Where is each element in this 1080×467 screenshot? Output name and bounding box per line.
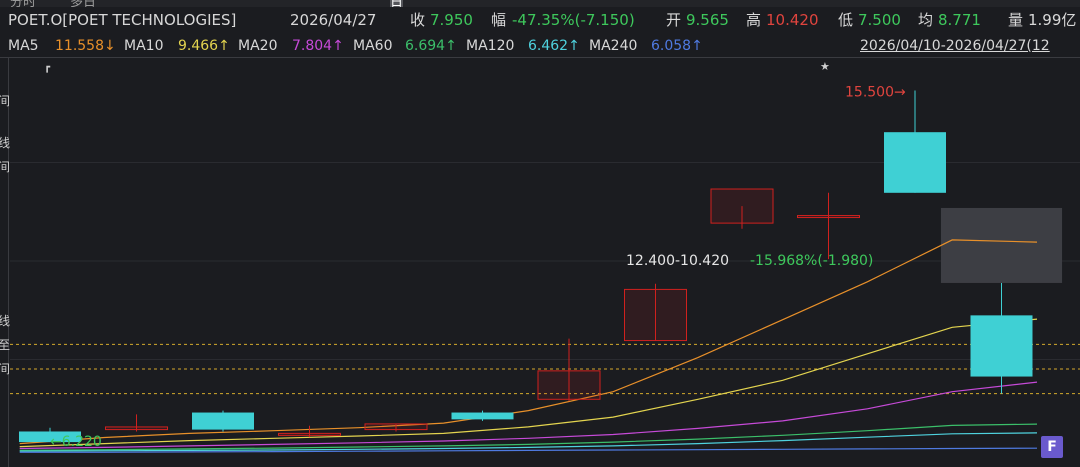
ma20-value: 7.804↑ [292,38,344,54]
volume-label: 量 [1008,11,1024,29]
top-menu-strip: 分时 多日 日 [0,0,1080,7]
low-price-label: ←6.220 [50,434,102,450]
ma60-label: MA60 [353,38,393,54]
candle-body-up [278,432,341,436]
ma-line-ma20 [19,381,1038,450]
low-label: 低 [838,11,854,29]
ma-line-ma5 [19,239,1038,445]
quote-header: POET.O[POET TECHNOLOGIES] 2026/04/27 收 7… [0,7,1080,33]
low-value: 7.500 [858,11,901,29]
change-label: 幅 [491,11,507,29]
top-strip-cutoff-text: 分时 [10,0,36,7]
high-value: 10.420 [766,11,819,29]
ma5-value: 11.558↓ [55,38,116,54]
open-label: 开 [666,11,682,29]
candle-body-down [451,412,514,420]
candle-body-down [884,132,946,193]
ma240-value: 6.058↑ [651,38,703,54]
ma5-label: MA5 [8,38,39,54]
range-label-change: -15.968%(-1.980) [750,253,873,269]
candle-body-down [192,412,254,430]
ma10-label: MA10 [124,38,164,54]
ma120-label: MA120 [466,38,515,54]
ma120-value: 6.462↑ [528,38,580,54]
ma-legend-row: MA5 11.558↓ MA10 9.466↑ MA20 7.804↑ MA60… [0,35,1080,58]
volume-value: 1.99亿 [1028,11,1077,29]
candle-body-up [537,370,601,400]
high-label: 高 [746,11,762,29]
ma60-value: 6.694↑ [405,38,457,54]
date-range-link[interactable]: 2026/04/10-2026/04/27(12 [860,35,1050,57]
candle-body-up [624,288,687,342]
close-label: 收 [410,11,426,29]
symbol-name: POET.O[POET TECHNOLOGIES] [8,11,237,29]
close-value: 7.950 [430,11,473,29]
range-box [940,207,1063,283]
f-badge-icon[interactable]: F [1041,436,1063,458]
range-label-prices: 12.400-10.420 [626,253,729,269]
ma240-label: MA240 [589,38,638,54]
open-value: 9.565 [686,11,729,29]
high-price-label: 15.500→ [845,85,906,101]
avg-value: 8.771 [938,11,981,29]
top-strip-active-tab[interactable]: 日 [390,0,404,7]
quote-date: 2026/04/27 [290,11,377,29]
ma-line-ma10 [19,318,1038,448]
top-strip-cutoff-text: 多日 [70,0,96,7]
ma10-value: 9.466↑ [178,38,230,54]
candle-body-up [710,188,774,224]
change-value: -47.35%(-7.150) [512,11,635,29]
candlestick-chart[interactable]: 15.500→ ←6.220 12.400-10.420 -15.968%(-1.98… [0,58,1080,467]
candle-body-up [105,426,168,431]
avg-label: 均 [918,11,934,29]
candle-body-down [970,315,1033,377]
candle-body-up [364,423,428,431]
ma20-label: MA20 [238,38,278,54]
candle-body-up [797,215,860,219]
